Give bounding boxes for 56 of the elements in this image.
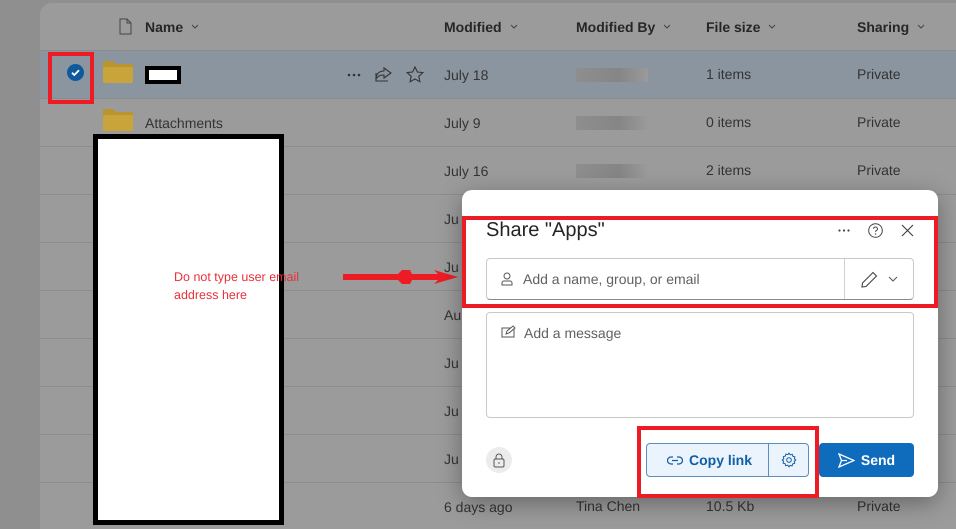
folder-icon bbox=[103, 61, 133, 83]
sharing-status: Private bbox=[857, 114, 901, 130]
modified-date: July 18 bbox=[444, 66, 488, 82]
folder-icon bbox=[103, 109, 133, 131]
chevron-down-icon bbox=[768, 24, 776, 29]
file-size: 2 items bbox=[706, 162, 752, 178]
column-header[interactable]: Modified By bbox=[576, 18, 656, 34]
modified-date: July 16 bbox=[444, 162, 488, 178]
people-input[interactable]: Add a name, group, or email bbox=[521, 270, 844, 288]
modified-date: Ju bbox=[444, 402, 459, 418]
file-size: 1 items bbox=[706, 66, 752, 82]
edit-icon bbox=[501, 325, 516, 338]
pencil-icon[interactable] bbox=[860, 270, 878, 288]
modified-date: Ju bbox=[444, 258, 459, 274]
modified-date: Au bbox=[444, 306, 462, 322]
link-icon bbox=[666, 456, 683, 464]
annotation-note: Do not type user email address here bbox=[174, 269, 300, 304]
chevron-down-icon bbox=[663, 24, 672, 29]
send-button[interactable]: Send bbox=[819, 443, 914, 477]
lock-icon bbox=[493, 452, 505, 468]
column-header[interactable]: Name bbox=[145, 18, 184, 34]
check-circle-icon[interactable] bbox=[67, 64, 84, 80]
sharing-status: Private bbox=[857, 498, 901, 514]
dialog-title: Share "Apps" bbox=[486, 218, 606, 242]
send-icon bbox=[838, 452, 855, 468]
sharing-status: Private bbox=[857, 162, 901, 178]
close-icon[interactable] bbox=[901, 224, 914, 236]
more-icon[interactable] bbox=[838, 228, 850, 232]
chevron-down-icon bbox=[917, 24, 926, 29]
file-size: 10.5 Kb bbox=[706, 498, 754, 514]
file-icon bbox=[119, 18, 132, 35]
modified-date: 6 days ago bbox=[444, 498, 512, 514]
star-icon[interactable] bbox=[406, 66, 424, 83]
modified-by: Tina Chen bbox=[576, 498, 640, 514]
sharing-status: Private bbox=[857, 66, 901, 82]
column-header[interactable]: Sharing bbox=[857, 18, 910, 34]
share-icon[interactable] bbox=[375, 66, 392, 82]
settings-icon bbox=[780, 452, 796, 468]
modified-date: Ju bbox=[444, 210, 459, 226]
file-name[interactable]: Attachments bbox=[145, 114, 223, 130]
modified-date: Ju bbox=[444, 354, 459, 370]
more-icon[interactable] bbox=[347, 72, 361, 76]
help-icon[interactable] bbox=[868, 222, 883, 238]
column-header[interactable]: Modified bbox=[444, 18, 502, 34]
highlight-frame bbox=[48, 52, 94, 104]
person-icon bbox=[501, 272, 513, 286]
column-header[interactable]: File size bbox=[706, 18, 760, 34]
file-size: 0 items bbox=[706, 114, 752, 130]
lock-button[interactable] bbox=[486, 447, 512, 473]
chevron-down-icon bbox=[510, 24, 518, 29]
modified-date: Ju bbox=[444, 450, 459, 466]
modified-date: July 9 bbox=[444, 114, 481, 130]
people-input-field[interactable]: Add a name, group, or email bbox=[486, 258, 914, 300]
chevron-down-icon[interactable] bbox=[888, 276, 898, 282]
message-input-field[interactable]: Add a message bbox=[486, 312, 914, 418]
chevron-down-icon bbox=[191, 24, 200, 29]
